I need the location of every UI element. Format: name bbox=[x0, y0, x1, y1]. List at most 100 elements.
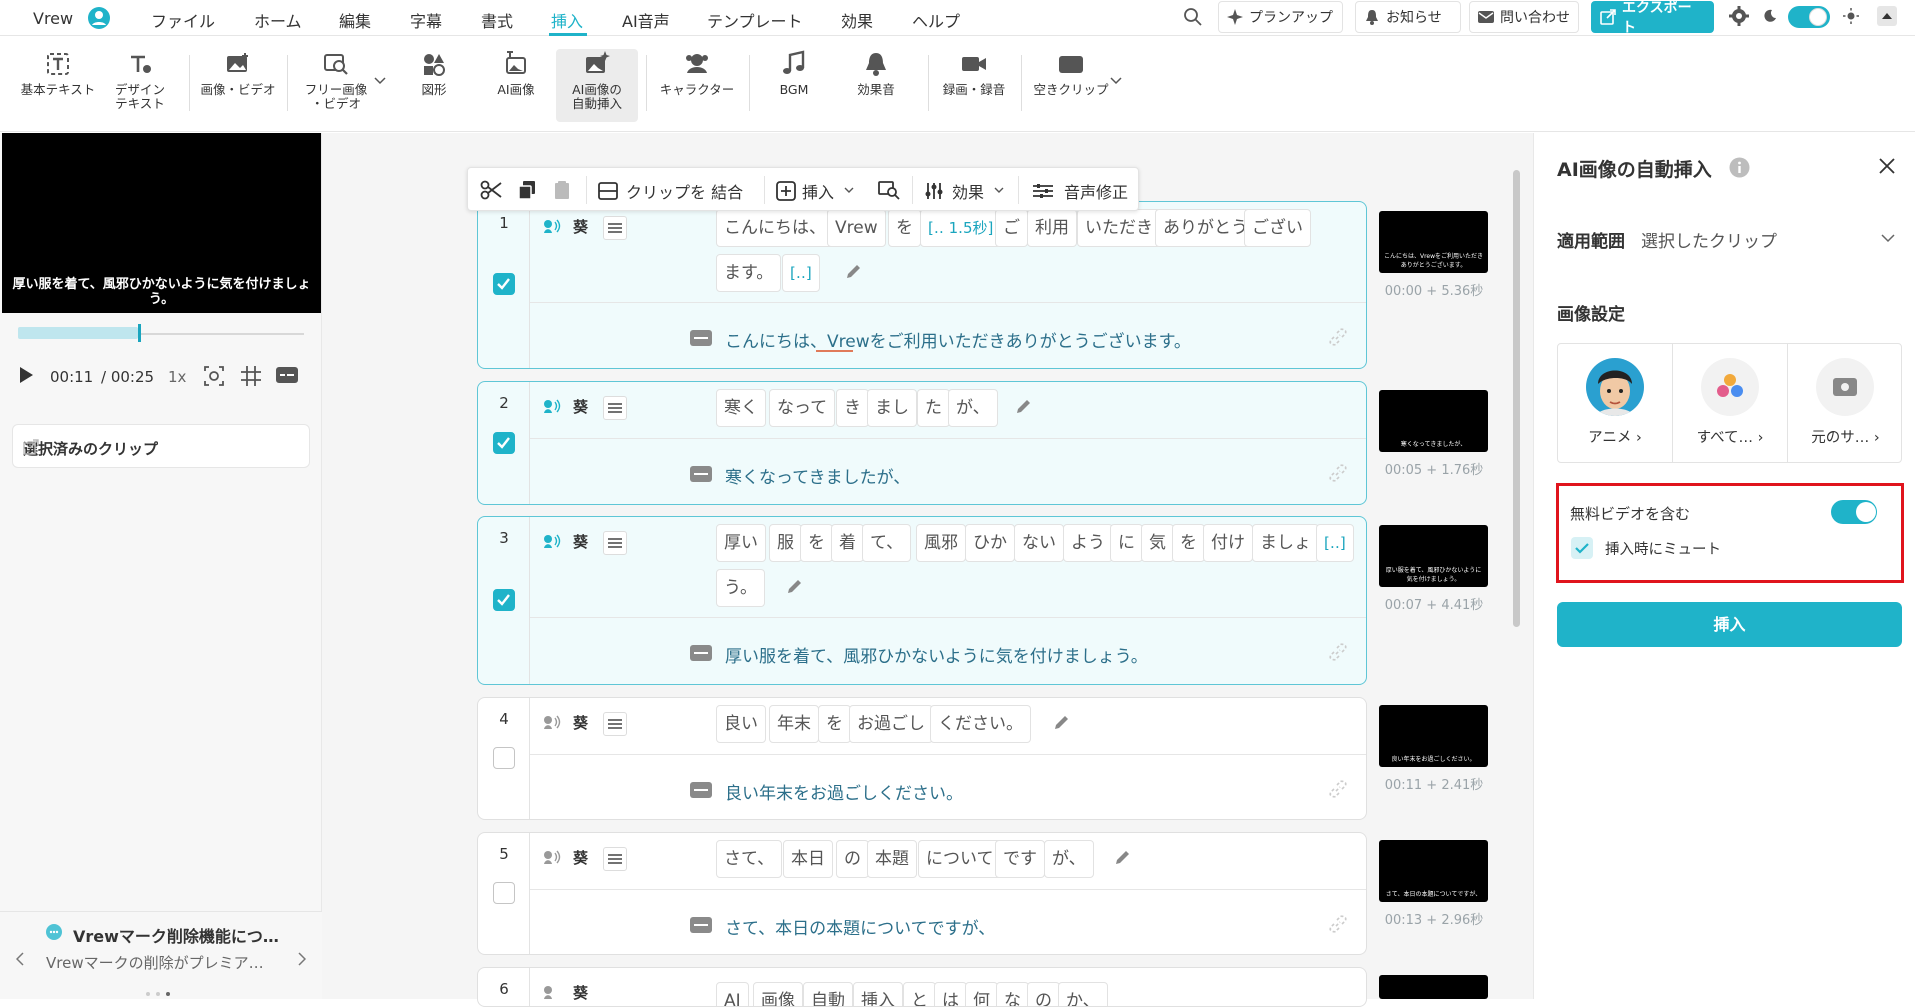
contact-button[interactable]: 問い合わせ bbox=[1469, 1, 1579, 33]
clip-checkbox[interactable] bbox=[493, 273, 515, 295]
pencil-icon[interactable] bbox=[1014, 398, 1032, 416]
clip-checkbox[interactable] bbox=[493, 589, 515, 611]
word-chip[interactable]: が、 bbox=[948, 389, 998, 427]
notices-button[interactable]: お知らせ bbox=[1355, 1, 1461, 33]
tool-design-text[interactable]: デザイン テキスト bbox=[106, 49, 174, 111]
subtitle-text[interactable]: さて、本日の本題についてですが、 bbox=[725, 914, 995, 939]
sliders-icon[interactable] bbox=[603, 396, 627, 420]
clip-4[interactable]: 4 葵 良い 年末 を お過ごし ください。 良い年末をお過ごしください。 bbox=[477, 697, 1367, 820]
progress-handle[interactable] bbox=[138, 324, 141, 342]
word-chip[interactable]: まし bbox=[867, 389, 917, 427]
chevron-down-icon[interactable] bbox=[1881, 234, 1895, 243]
sliders-icon[interactable] bbox=[603, 847, 627, 871]
link-icon[interactable] bbox=[1328, 327, 1348, 347]
word-chip[interactable]: 年末 bbox=[769, 705, 819, 743]
word-chip[interactable]: ましょ bbox=[1252, 524, 1319, 562]
clip-2[interactable]: 2 葵 寒く なって き まし た が、 寒くなってきましたが、 bbox=[477, 381, 1367, 505]
word-chip[interactable]: について bbox=[918, 840, 1002, 878]
word-chip[interactable]: 本日 bbox=[783, 840, 833, 878]
word-chip[interactable]: 着 bbox=[831, 524, 864, 562]
export-button[interactable]: エクスポート bbox=[1591, 0, 1714, 36]
menu-format[interactable]: 書式 bbox=[481, 8, 513, 32]
word-chip[interactable]: を bbox=[818, 705, 851, 743]
collapse-ribbon-button[interactable] bbox=[1877, 6, 1897, 26]
word-chip[interactable]: 自動 bbox=[803, 982, 853, 1006]
clip-3[interactable]: 3 葵 厚い 服 を 着 て、 風邪 ひか ない よう に 気 を 付け ましょ… bbox=[477, 516, 1367, 685]
style-anime[interactable]: アニメ › bbox=[1558, 344, 1673, 462]
pause-chip[interactable]: [‥] bbox=[1316, 524, 1354, 562]
sliders-icon[interactable] bbox=[603, 216, 627, 240]
word-chip[interactable]: です bbox=[995, 840, 1045, 878]
word-chip[interactable]: を bbox=[800, 524, 833, 562]
word-chip[interactable]: 利用 bbox=[1027, 209, 1077, 247]
info-icon[interactable] bbox=[1729, 157, 1750, 178]
voice-speaker-icon[interactable] bbox=[543, 534, 561, 548]
tool-ai-image-auto-insert[interactable]: AI画像の 自動挿入 bbox=[556, 49, 638, 122]
style-original[interactable]: 元のサ… › bbox=[1788, 344, 1903, 462]
word-chip[interactable]: ご bbox=[995, 209, 1028, 247]
tool-bgm[interactable]: BGM bbox=[760, 49, 828, 97]
word-chip[interactable]: を bbox=[888, 209, 921, 247]
link-icon[interactable] bbox=[1328, 463, 1348, 483]
image-search-icon[interactable] bbox=[878, 180, 900, 200]
word-chip[interactable]: 挿入 bbox=[853, 982, 903, 1006]
selected-clips-card[interactable]: 選択済みのクリップ bbox=[12, 424, 310, 468]
close-icon[interactable] bbox=[1879, 158, 1895, 174]
plan-up-button[interactable]: プランアップ bbox=[1218, 1, 1343, 33]
word-chip[interactable]: Vrew bbox=[827, 209, 886, 247]
link-icon[interactable] bbox=[1328, 914, 1348, 934]
link-icon[interactable] bbox=[1328, 642, 1348, 662]
clip-5[interactable]: 5 葵 さて、 本日 の 本題 について です が、 さて、本日の本題についてで… bbox=[477, 832, 1367, 955]
merge-clips-button[interactable]: クリップを 結合 bbox=[598, 168, 758, 212]
voice-fix-button[interactable]: 音声修正 bbox=[1032, 168, 1136, 212]
menu-template[interactable]: テンプレート bbox=[707, 8, 803, 32]
pause-chip[interactable]: [‥ 1.5秒] bbox=[920, 209, 1002, 247]
theme-toggle[interactable] bbox=[1788, 6, 1830, 28]
clip-thumbnail[interactable] bbox=[1379, 975, 1488, 999]
word-chip[interactable]: さて、 bbox=[716, 840, 783, 878]
chevron-down-icon[interactable] bbox=[1110, 77, 1122, 85]
effects-dropdown[interactable]: 効果 bbox=[924, 168, 1008, 212]
word-chip[interactable]: て、 bbox=[862, 524, 912, 562]
external-link-icon[interactable] bbox=[23, 439, 295, 455]
menu-ai-voice[interactable]: AI音声 bbox=[622, 8, 670, 32]
word-chip[interactable]: 本題 bbox=[867, 840, 917, 878]
tool-basic-text[interactable]: 基本テキスト bbox=[18, 49, 98, 97]
word-chip[interactable]: ありがとう bbox=[1155, 209, 1256, 247]
chevron-down-icon[interactable] bbox=[374, 77, 386, 85]
word-chip[interactable]: 厚い bbox=[716, 524, 766, 562]
pencil-icon[interactable] bbox=[844, 263, 862, 281]
play-icon[interactable] bbox=[18, 366, 34, 384]
voice-speaker-icon[interactable] bbox=[543, 219, 561, 233]
clip-1[interactable]: 1 葵 こんにちは、 Vrew を [‥ 1.5秒] ご 利用 いただき ありが… bbox=[477, 201, 1367, 369]
word-chip[interactable]: ください。 bbox=[930, 705, 1031, 743]
carousel-dots[interactable] bbox=[144, 982, 180, 996]
gear-icon[interactable] bbox=[1729, 6, 1749, 26]
word-chip[interactable]: 服 bbox=[769, 524, 802, 562]
tool-image-video[interactable]: 画像・ビデオ bbox=[198, 49, 278, 97]
word-chip[interactable]: は bbox=[934, 982, 967, 1006]
clip-checkbox[interactable] bbox=[493, 882, 515, 904]
word-chip[interactable]: な bbox=[996, 982, 1029, 1006]
grid-icon[interactable] bbox=[240, 365, 262, 387]
menu-home[interactable]: ホーム bbox=[254, 8, 302, 32]
word-chip[interactable]: が、 bbox=[1044, 840, 1094, 878]
clip-thumbnail[interactable]: こんにちは、Vrewをご利用いただきありがとうございます。 bbox=[1379, 211, 1488, 273]
word-chip[interactable]: き bbox=[836, 389, 869, 427]
word-chip[interactable]: か、 bbox=[1058, 982, 1108, 1006]
word-chip[interactable]: 何 bbox=[965, 982, 998, 1006]
insert-button[interactable]: 挿入 bbox=[1557, 602, 1902, 647]
word-chip[interactable]: う。 bbox=[716, 569, 765, 607]
voice-speaker-icon[interactable] bbox=[543, 985, 561, 999]
clip-thumbnail[interactable]: 寒くなってきましたが、 bbox=[1379, 390, 1488, 452]
scope-select[interactable]: 選択したクリップ bbox=[1641, 227, 1777, 252]
clip-list-scrollbar[interactable] bbox=[1513, 170, 1520, 627]
account-icon[interactable] bbox=[87, 6, 111, 30]
word-chip[interactable]: 寒く bbox=[716, 389, 766, 427]
word-chip[interactable]: ます。 bbox=[716, 254, 782, 292]
voice-speaker-icon[interactable] bbox=[543, 399, 561, 413]
mute-on-insert-checkbox[interactable] bbox=[1571, 537, 1593, 559]
word-chip[interactable]: の bbox=[836, 840, 869, 878]
camera-icon[interactable] bbox=[203, 365, 225, 387]
playback-speed[interactable]: 1x bbox=[168, 368, 186, 386]
